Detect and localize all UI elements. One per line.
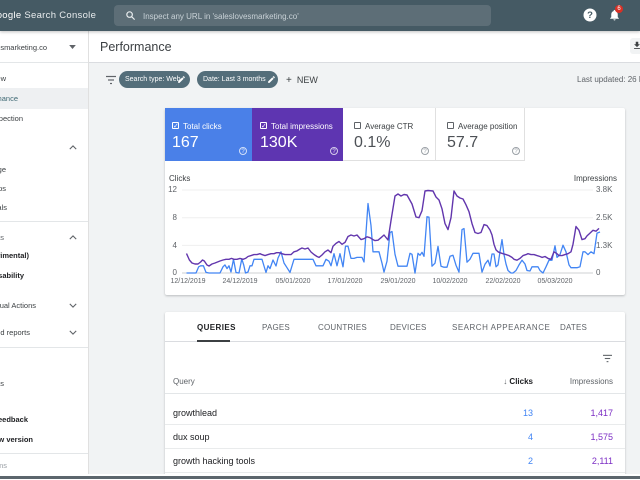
svg-text:?: ? [587, 10, 593, 21]
